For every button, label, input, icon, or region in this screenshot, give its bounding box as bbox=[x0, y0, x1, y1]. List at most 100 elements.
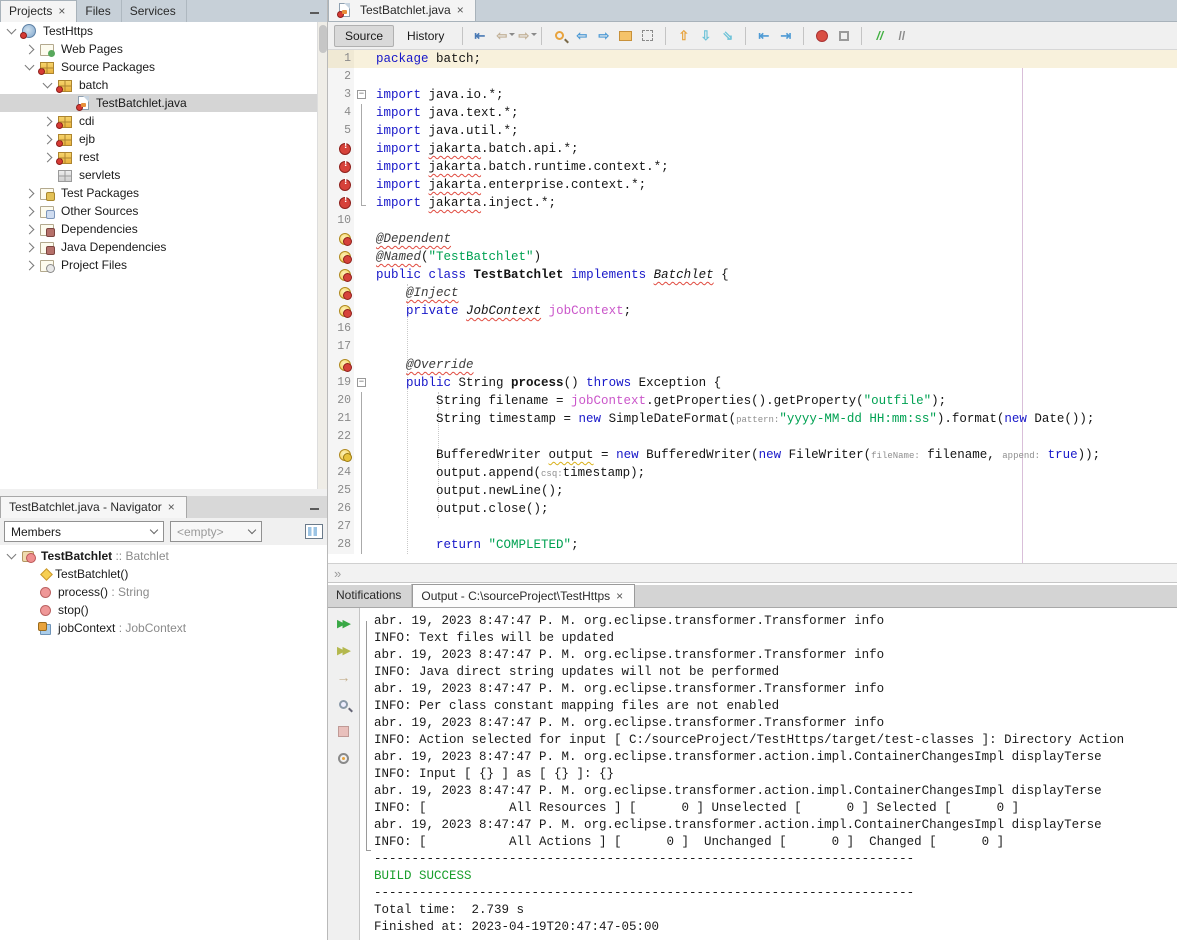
rectangular-selection-icon[interactable] bbox=[638, 26, 657, 45]
tree-item[interactable]: servlets bbox=[0, 166, 327, 184]
code-line[interactable]: 26 output.close(); bbox=[328, 500, 1177, 518]
code-line[interactable]: 19− public String process() throws Excep… bbox=[328, 374, 1177, 392]
find-previous-icon[interactable]: ⇦ bbox=[572, 26, 591, 45]
comment-icon[interactable]: // bbox=[870, 26, 889, 45]
projects-scrollbar[interactable] bbox=[317, 22, 327, 489]
close-icon[interactable]: × bbox=[57, 6, 66, 16]
output-console[interactable]: abr. 19, 2023 8:47:47 P. M. org.eclipse.… bbox=[360, 608, 1177, 940]
code-line[interactable]: @Override bbox=[328, 356, 1177, 374]
navigator-item[interactable]: process() : String bbox=[0, 583, 327, 601]
expander-icon[interactable] bbox=[25, 44, 35, 54]
forward-icon[interactable]: ⇨ bbox=[514, 26, 533, 45]
fold-collapse-icon[interactable]: − bbox=[357, 378, 366, 387]
tree-item[interactable]: Project Files bbox=[0, 256, 327, 274]
code-line[interactable]: 2 bbox=[328, 68, 1177, 86]
tree-item[interactable]: cdi bbox=[0, 112, 327, 130]
tree-item[interactable]: TestHttps bbox=[0, 22, 327, 40]
tab-navigator[interactable]: TestBatchlet.java - Navigator × bbox=[0, 496, 187, 518]
find-next-icon[interactable]: ⇨ bbox=[594, 26, 613, 45]
output-fold-bracket[interactable] bbox=[366, 621, 371, 851]
options-icon[interactable] bbox=[335, 749, 353, 767]
tab-testbatchlet-java[interactable]: TestBatchlet.java × bbox=[328, 0, 476, 21]
rerun-with-args-icon[interactable]: ▶▶ bbox=[335, 641, 353, 659]
expander-icon[interactable] bbox=[7, 25, 17, 35]
code-line[interactable]: import jakarta.enterprise.context.*; bbox=[328, 176, 1177, 194]
tab-output[interactable]: Output - C:\sourceProject\TestHttps × bbox=[412, 584, 635, 607]
tree-item[interactable]: Test Packages bbox=[0, 184, 327, 202]
code-line[interactable]: 3−import java.io.*; bbox=[328, 86, 1177, 104]
rerun-icon[interactable]: ▶▶ bbox=[335, 614, 353, 632]
tab-notifications[interactable]: Notifications bbox=[328, 584, 412, 607]
scrollbar-thumb[interactable] bbox=[319, 25, 327, 53]
tree-item[interactable]: Web Pages bbox=[0, 40, 327, 58]
toggle-bookmark-icon[interactable]: ⇘ bbox=[718, 26, 737, 45]
code-line[interactable]: 21 String timestamp = new SimpleDateForm… bbox=[328, 410, 1177, 428]
tree-item[interactable]: TestBatchlet.java bbox=[0, 94, 327, 112]
run-again-icon[interactable]: → bbox=[335, 668, 353, 686]
tab-files[interactable]: Files bbox=[77, 0, 121, 22]
expander-icon[interactable] bbox=[25, 206, 35, 216]
code-line[interactable]: import jakarta.batch.api.*; bbox=[328, 140, 1177, 158]
expander-icon[interactable] bbox=[7, 550, 17, 560]
fold-collapse-icon[interactable]: − bbox=[357, 90, 366, 99]
previous-occurrence-icon[interactable]: ⇧ bbox=[674, 26, 693, 45]
history-view-button[interactable]: History bbox=[396, 25, 455, 47]
expander-icon[interactable] bbox=[43, 79, 53, 89]
error-hint-icon[interactable] bbox=[339, 233, 351, 245]
next-occurrence-icon[interactable]: ⇩ bbox=[696, 26, 715, 45]
navigator-item[interactable]: TestBatchlet() bbox=[0, 565, 327, 583]
code-line[interactable]: import jakarta.inject.*; bbox=[328, 194, 1177, 212]
error-badge-icon[interactable] bbox=[339, 143, 351, 155]
navigator-item[interactable]: TestBatchlet :: Batchlet bbox=[0, 547, 327, 565]
code-line[interactable]: 10 bbox=[328, 212, 1177, 230]
record-macro-icon[interactable] bbox=[812, 26, 831, 45]
expander-icon[interactable] bbox=[43, 116, 53, 126]
ant-target-icon[interactable] bbox=[335, 695, 353, 713]
code-line[interactable]: 22 bbox=[328, 428, 1177, 446]
error-badge-icon[interactable] bbox=[339, 197, 351, 209]
tree-item[interactable]: Java Dependencies bbox=[0, 238, 327, 256]
shift-left-icon[interactable]: ⇤ bbox=[754, 26, 773, 45]
tree-item[interactable]: rest bbox=[0, 148, 327, 166]
error-hint-icon[interactable] bbox=[339, 359, 351, 371]
error-hint-icon[interactable] bbox=[339, 251, 351, 263]
code-editor[interactable]: 1package batch;23−import java.io.*;4impo… bbox=[328, 50, 1177, 563]
code-line[interactable]: 27 bbox=[328, 518, 1177, 536]
code-line[interactable]: @Named("TestBatchlet") bbox=[328, 248, 1177, 266]
navigator-item[interactable]: stop() bbox=[0, 601, 327, 619]
error-hint-icon[interactable] bbox=[339, 287, 351, 299]
back-icon[interactable]: ⇦ bbox=[492, 26, 511, 45]
code-line[interactable]: 28 return "COMPLETED"; bbox=[328, 536, 1177, 554]
find-selection-icon[interactable] bbox=[550, 26, 569, 45]
error-badge-icon[interactable] bbox=[339, 161, 351, 173]
expander-icon[interactable] bbox=[25, 260, 35, 270]
code-line[interactable]: @Inject bbox=[328, 284, 1177, 302]
code-line[interactable]: 4import java.text.*; bbox=[328, 104, 1177, 122]
close-icon[interactable]: × bbox=[615, 591, 624, 601]
tab-services[interactable]: Services bbox=[122, 0, 187, 22]
expander-icon[interactable] bbox=[25, 188, 35, 198]
close-icon[interactable]: × bbox=[456, 5, 465, 15]
tab-projects[interactable]: Projects × bbox=[0, 0, 77, 22]
warning-hint-icon[interactable] bbox=[339, 449, 351, 461]
editor-breadcrumb[interactable]: » bbox=[328, 563, 1177, 583]
code-line[interactable]: import jakarta.batch.runtime.context.*; bbox=[328, 158, 1177, 176]
code-line[interactable]: BufferedWriter output = new BufferedWrit… bbox=[328, 446, 1177, 464]
minimize-icon[interactable] bbox=[310, 508, 319, 510]
navigator-item[interactable]: jobContext : JobContext bbox=[0, 619, 327, 637]
inheritance-combobox[interactable]: <empty> bbox=[170, 521, 262, 542]
code-line[interactable]: 17 bbox=[328, 338, 1177, 356]
error-badge-icon[interactable] bbox=[339, 179, 351, 191]
code-line[interactable]: 25 output.newLine(); bbox=[328, 482, 1177, 500]
expander-icon[interactable] bbox=[25, 224, 35, 234]
expander-icon[interactable] bbox=[25, 242, 35, 252]
tree-item[interactable]: batch bbox=[0, 76, 327, 94]
tree-item[interactable]: ejb bbox=[0, 130, 327, 148]
expander-icon[interactable] bbox=[25, 61, 35, 71]
code-line[interactable]: 24 output.append(csq:timestamp); bbox=[328, 464, 1177, 482]
members-combobox[interactable]: Members bbox=[4, 521, 164, 542]
toggle-highlight-icon[interactable] bbox=[616, 26, 635, 45]
stop-macro-icon[interactable] bbox=[834, 26, 853, 45]
tree-item[interactable]: Dependencies bbox=[0, 220, 327, 238]
code-line[interactable]: public class TestBatchlet implements Bat… bbox=[328, 266, 1177, 284]
